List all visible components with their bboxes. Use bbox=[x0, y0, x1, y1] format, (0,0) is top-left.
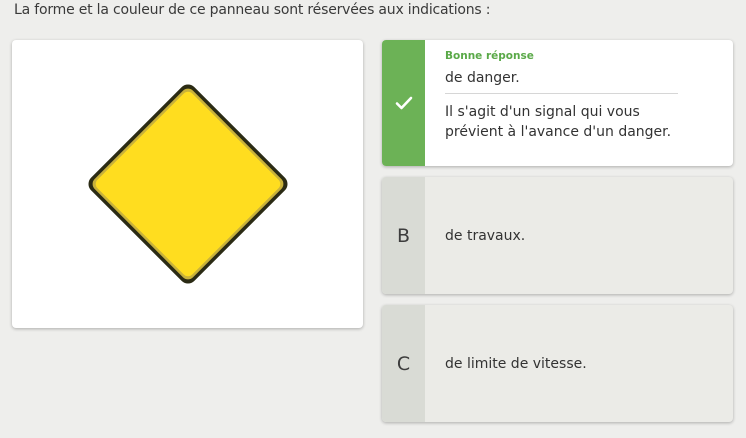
correct-answer-label: Bonne réponse bbox=[445, 50, 534, 62]
answer-a-indicator bbox=[382, 40, 425, 166]
answer-a-text: de danger. bbox=[445, 70, 678, 94]
answer-c-text: de limite de vitesse. bbox=[445, 355, 587, 372]
yellow-diamond-sign-image bbox=[88, 84, 288, 284]
answer-a-correct[interactable]: Bonne réponse de danger. Il s'agit d'un … bbox=[382, 40, 733, 166]
answer-b-letter: B bbox=[382, 177, 425, 294]
answer-explanation: Il s'agit d'un signal qui vous prévient … bbox=[445, 104, 672, 140]
question-text: La forme et la couleur de ce panneau son… bbox=[14, 2, 491, 18]
answer-b-text: de travaux. bbox=[445, 227, 526, 244]
answer-c[interactable]: C de limite de vitesse. bbox=[382, 305, 733, 422]
check-icon bbox=[395, 96, 412, 110]
answer-b[interactable]: B de travaux. bbox=[382, 177, 733, 294]
answer-c-letter: C bbox=[382, 305, 425, 422]
sign-image-card bbox=[12, 40, 363, 328]
